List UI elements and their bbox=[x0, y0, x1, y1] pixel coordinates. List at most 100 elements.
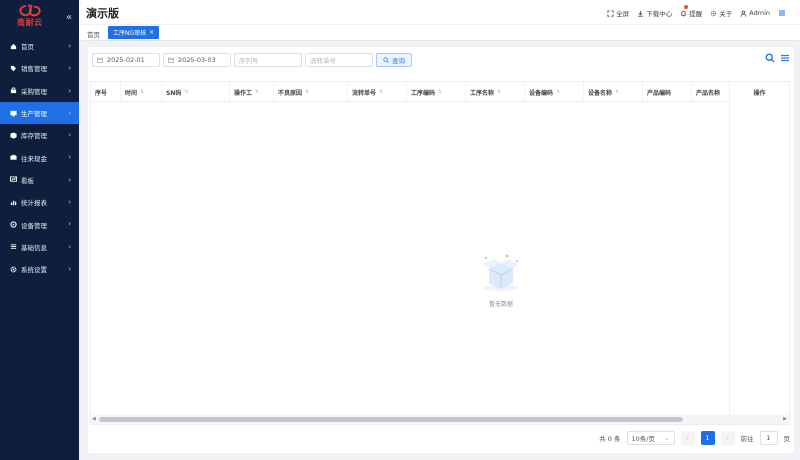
column-label: 操作工 bbox=[234, 89, 253, 97]
sort-icon[interactable]: ⇅ bbox=[379, 89, 383, 95]
chevron-right-icon: › bbox=[68, 86, 71, 95]
total-count: 共 0 条 bbox=[599, 435, 621, 443]
page-unit-label: 页 bbox=[783, 435, 791, 443]
user-menu-button[interactable]: Admin bbox=[740, 9, 770, 17]
column-header-process-code[interactable]: 工序编码 ⇅ bbox=[407, 82, 466, 102]
sidebar-item-label: 看板 bbox=[21, 176, 34, 185]
sort-icon[interactable]: ⇅ bbox=[497, 89, 501, 95]
empty-state: 暂无数据 bbox=[471, 253, 531, 308]
start-date-field[interactable]: 2025-02-01 bbox=[92, 53, 160, 67]
column-label: 工序名称 bbox=[470, 89, 495, 97]
chevron-down-icon: ⌄ bbox=[664, 434, 670, 442]
download-center-button[interactable]: 下载中心 bbox=[637, 8, 672, 18]
sidebar-item-home[interactable]: 首页 › bbox=[0, 35, 79, 57]
sidebar-item-cash[interactable]: 往来现金 › bbox=[0, 146, 79, 168]
home-icon bbox=[9, 42, 17, 50]
collapse-sidebar-icon[interactable]: « bbox=[66, 12, 72, 23]
scroll-left-icon[interactable]: ◀ bbox=[92, 416, 96, 422]
fullscreen-label: 全屏 bbox=[616, 10, 630, 18]
goto-page-input[interactable]: 1 bbox=[759, 431, 778, 445]
brand-logo-text: 南耐云 bbox=[17, 18, 43, 27]
sidebar-item-production[interactable]: 生产管理 › bbox=[0, 101, 79, 125]
chevron-right-icon: › bbox=[68, 220, 71, 229]
serial-number-input[interactable]: 序列号 bbox=[234, 53, 302, 67]
sort-icon[interactable]: ⇅ bbox=[305, 89, 309, 95]
download-center-label: 下载中心 bbox=[646, 10, 673, 18]
column-header-flow-number[interactable]: 流转单号 ⇅ bbox=[348, 82, 407, 102]
search-button[interactable]: 查询 bbox=[376, 53, 412, 67]
table-header: 序号 时间 ⇅ SN码 ⇅ 操作工 ⇅ 不良原因 ⇅ 流转单号 ⇅ 工序编码 ⇅ 工序名称 ⇅… bbox=[91, 82, 789, 102]
cart-icon bbox=[9, 87, 17, 95]
sort-icon[interactable]: ⇅ bbox=[255, 89, 259, 95]
chevron-left-icon: ‹ bbox=[686, 434, 689, 442]
tab-home[interactable]: 首页 bbox=[87, 29, 100, 39]
prev-page-button[interactable]: ‹ bbox=[680, 431, 695, 445]
column-header-time[interactable]: 时间 ⇅ bbox=[121, 82, 162, 102]
column-header-device-name[interactable]: 设备名称 ⇅ bbox=[584, 82, 643, 102]
sidebar-item-reports[interactable]: 统计报表 › bbox=[0, 191, 79, 213]
scrollbar-thumb[interactable] bbox=[99, 417, 683, 422]
filter-row: 2025-02-01 2025-03-03 序列号 流转单号 查询 bbox=[92, 53, 412, 67]
sort-icon[interactable]: ⇅ bbox=[438, 89, 442, 95]
sidebar-item-label: 销售管理 bbox=[21, 65, 47, 74]
sidebar-item-basic-info[interactable]: 基础信息 › bbox=[0, 236, 79, 258]
scroll-right-icon[interactable]: ▶ bbox=[783, 416, 787, 422]
column-header-device-code[interactable]: 设备编码 ⇅ bbox=[525, 82, 584, 102]
list-menu-icon[interactable] bbox=[780, 53, 790, 63]
fullscreen-button[interactable]: 全屏 bbox=[607, 8, 629, 18]
next-page-button[interactable]: › bbox=[720, 431, 735, 445]
calendar-icon bbox=[97, 57, 103, 63]
close-icon[interactable]: × bbox=[149, 29, 154, 36]
end-date-field[interactable]: 2025-03-03 bbox=[163, 53, 231, 67]
notifications-button[interactable]: 提醒 bbox=[680, 5, 702, 18]
sidebar-item-devices[interactable]: 设备管理 › bbox=[0, 213, 79, 235]
page-number-button[interactable]: 1 bbox=[700, 431, 715, 445]
empty-state-text: 暂无数据 bbox=[488, 301, 513, 308]
bell-icon bbox=[681, 10, 686, 17]
sidebar-item-sales[interactable]: 销售管理 › bbox=[0, 57, 79, 79]
search-icon bbox=[383, 57, 389, 63]
menu-toggle-button[interactable] bbox=[778, 9, 786, 17]
column-label: 产品名称 bbox=[696, 89, 721, 97]
calendar-icon bbox=[168, 57, 174, 63]
about-button[interactable]: 关于 bbox=[710, 8, 732, 18]
chevron-right-icon: › bbox=[68, 153, 71, 162]
empty-box-icon bbox=[483, 254, 519, 291]
column-label: 不良原因 bbox=[278, 89, 303, 97]
data-table: 序号 时间 ⇅ SN码 ⇅ 操作工 ⇅ 不良原因 ⇅ 流转单号 ⇅ 工序编码 ⇅ 工序名称 ⇅… bbox=[90, 81, 790, 425]
sort-icon[interactable]: ⇅ bbox=[184, 89, 188, 95]
sidebar-item-system-settings[interactable]: 系统设置 › bbox=[0, 258, 79, 280]
chevron-right-icon: › bbox=[68, 108, 71, 117]
column-header-defect-reason[interactable]: 不良原因 ⇅ bbox=[274, 82, 348, 102]
gear-icon bbox=[9, 265, 17, 273]
sidebar-item-label: 设备管理 bbox=[21, 221, 47, 230]
dashboard-icon bbox=[9, 176, 17, 184]
sidebar-menu: 首页 › 销售管理 › 采购管理 › 生产管理 › 库存管理 › 往来现金 › bbox=[0, 35, 79, 280]
settings-sliders-icon bbox=[9, 243, 17, 251]
sort-icon[interactable]: ⇅ bbox=[140, 89, 144, 95]
column-header-operator[interactable]: 操作工 ⇅ bbox=[230, 82, 274, 102]
chevron-right-icon: › bbox=[68, 175, 71, 184]
column-header-sn[interactable]: SN码 ⇅ bbox=[162, 82, 230, 102]
device-icon bbox=[9, 221, 17, 229]
horizontal-scrollbar[interactable]: ◀ ▶ bbox=[91, 415, 789, 424]
chevron-right-icon: › bbox=[68, 64, 71, 73]
search-icon[interactable] bbox=[765, 53, 775, 63]
chevron-right-icon: › bbox=[68, 242, 71, 251]
fixed-actions-column bbox=[729, 102, 789, 424]
column-header-process-name[interactable]: 工序名称 ⇅ bbox=[466, 82, 525, 102]
column-label: 设备名称 bbox=[588, 89, 613, 97]
page-size-select[interactable]: 10条/页 ⌄ bbox=[626, 431, 675, 445]
sidebar-item-dashboard[interactable]: 看板 › bbox=[0, 169, 79, 191]
flow-number-input[interactable]: 流转单号 bbox=[305, 53, 373, 67]
sort-icon[interactable]: ⇅ bbox=[556, 89, 560, 95]
column-label: 设备编码 bbox=[529, 89, 554, 97]
column-label: 工序编码 bbox=[411, 89, 436, 97]
chevron-right-icon: › bbox=[68, 264, 71, 273]
notification-dot bbox=[684, 5, 689, 9]
tab-ng-review[interactable]: 工序NG审核 × bbox=[108, 26, 160, 39]
sidebar-item-inventory[interactable]: 库存管理 › bbox=[0, 124, 79, 146]
column-header-index: 序号 bbox=[91, 82, 121, 102]
sort-icon[interactable]: ⇅ bbox=[615, 89, 619, 95]
sidebar-item-purchase[interactable]: 采购管理 › bbox=[0, 80, 79, 102]
